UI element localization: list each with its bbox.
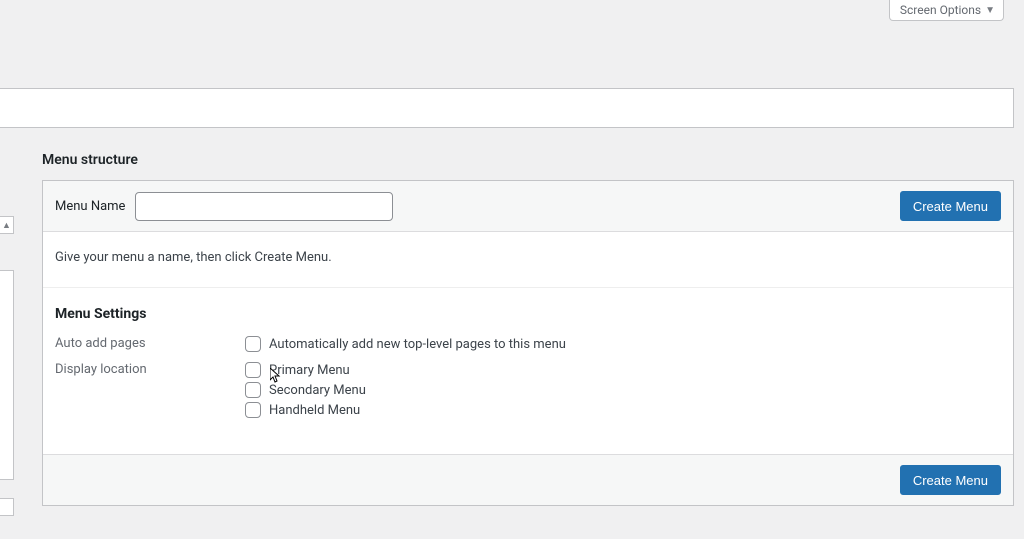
menu-settings-heading: Menu Settings bbox=[55, 306, 1001, 322]
menu-description: Give your menu a name, then click Create… bbox=[55, 250, 1001, 265]
menu-name-input[interactable] bbox=[135, 192, 393, 221]
display-location-label: Display location bbox=[55, 362, 245, 377]
display-location-option-handheld[interactable]: Handheld Menu bbox=[245, 402, 366, 418]
display-location-option-secondary[interactable]: Secondary Menu bbox=[245, 382, 366, 398]
create-menu-button-bottom[interactable]: Create Menu bbox=[900, 465, 1001, 495]
auto-add-pages-label: Auto add pages bbox=[55, 336, 245, 351]
screen-options-toggle[interactable]: Screen Options ▼ bbox=[889, 0, 1004, 21]
chevron-down-icon: ▼ bbox=[985, 5, 995, 16]
secondary-menu-label: Secondary Menu bbox=[269, 383, 366, 398]
create-menu-button-top[interactable]: Create Menu bbox=[900, 191, 1001, 221]
handheld-menu-label: Handheld Menu bbox=[269, 403, 360, 418]
handheld-menu-checkbox[interactable] bbox=[245, 402, 261, 418]
secondary-menu-checkbox[interactable] bbox=[245, 382, 261, 398]
divider bbox=[43, 287, 1013, 288]
tab-row-placeholder bbox=[0, 88, 1014, 128]
menu-structure-panel: Menu Name Create Menu Give your menu a n… bbox=[42, 180, 1014, 506]
display-location-option-primary[interactable]: Primary Menu bbox=[245, 362, 366, 378]
primary-menu-label: Primary Menu bbox=[269, 363, 350, 378]
auto-add-checkbox[interactable] bbox=[245, 336, 261, 352]
screen-options-label: Screen Options bbox=[900, 3, 981, 17]
auto-add-option-label: Automatically add new top-level pages to… bbox=[269, 337, 566, 352]
menu-name-label: Menu Name bbox=[55, 199, 125, 214]
auto-add-option[interactable]: Automatically add new top-level pages to… bbox=[245, 336, 566, 352]
primary-menu-checkbox[interactable] bbox=[245, 362, 261, 378]
page-title: Menu structure bbox=[42, 152, 1014, 168]
